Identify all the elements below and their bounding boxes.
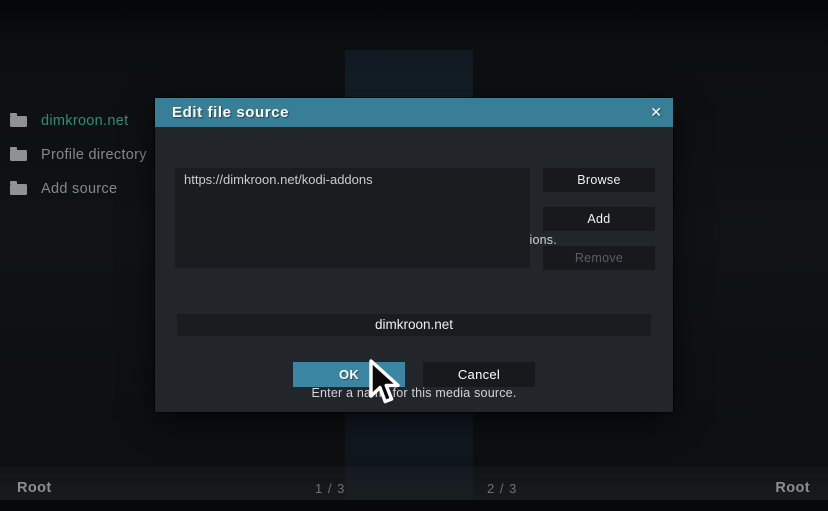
folder-icon [10,116,27,127]
footer-root-right: Root [775,480,810,496]
sidebar-item-dimkroon[interactable]: dimkroon.net [10,110,128,132]
sidebar-item-label: Profile directory [41,147,147,163]
pager-left: 1 / 3 [315,481,345,496]
sidebar-item-label: dimkroon.net [41,113,128,129]
close-icon[interactable]: ✕ [650,98,662,127]
sidebar-item-add-source[interactable]: Add source [10,178,117,200]
add-button[interactable]: Add [543,207,655,231]
path-list-item[interactable]: https://dimkroon.net/kodi-addons [175,168,530,192]
media-source-name-field[interactable]: dimkroon.net [177,314,651,336]
folder-icon [10,184,27,195]
name-instruction: Enter a name for this media source. [155,386,673,400]
cancel-button[interactable]: Cancel [423,362,535,387]
ok-button[interactable]: OK [293,362,405,387]
pager-right: 2 / 3 [487,481,517,496]
bottom-strip [0,500,828,511]
footer-root-left: Root [17,480,52,496]
sidebar-item-profile-directory[interactable]: Profile directory [10,144,147,166]
top-bar [0,0,828,50]
edit-file-source-dialog: Edit file source ✕ Enter the paths or br… [155,98,673,412]
sidebar-item-label: Add source [41,181,117,197]
dialog-title: Edit file source [172,98,289,127]
browse-button[interactable]: Browse [543,168,655,192]
paths-list: https://dimkroon.net/kodi-addons [175,168,530,268]
remove-button: Remove [543,246,655,270]
folder-icon [10,150,27,161]
footer-bar [0,466,828,500]
